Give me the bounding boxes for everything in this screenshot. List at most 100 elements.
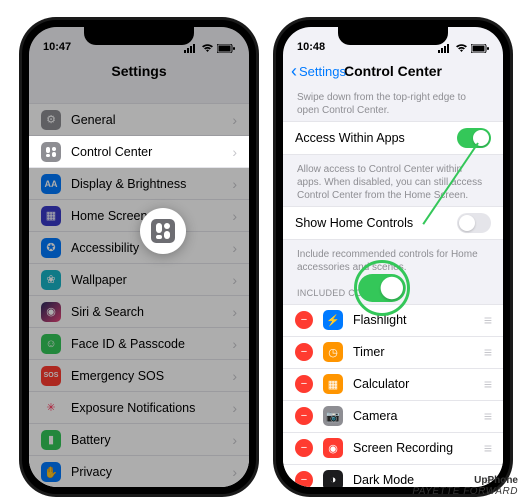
settings-row-face-id-passcode[interactable]: ☺Face ID & Passcode›	[29, 328, 249, 360]
row-label: Show Home Controls	[295, 216, 457, 230]
accessibility-icon: ✪	[41, 238, 61, 258]
status-icons	[438, 44, 489, 53]
access-within-apps-row[interactable]: Access Within Apps	[283, 122, 503, 154]
back-label: Settings	[299, 64, 346, 79]
battery-icon	[217, 44, 235, 53]
settings-row-siri-search[interactable]: ◉ Siri & Search›	[29, 296, 249, 328]
camera-icon: 📷	[323, 406, 343, 426]
page-title: Control Center	[344, 63, 442, 79]
row-label: Siri & Search	[71, 305, 232, 319]
notch	[338, 27, 448, 45]
chevron-right-icon: ›	[232, 112, 237, 128]
settings-row-battery[interactable]: ▮Battery›	[29, 424, 249, 456]
remove-badge[interactable]: −	[295, 375, 313, 393]
settings-row-emergency-sos[interactable]: SOS Emergency SOS›	[29, 360, 249, 392]
status-time: 10:48	[297, 41, 325, 53]
settings-row-accessibility[interactable]: ✪Accessibility›	[29, 232, 249, 264]
watermark-line2: PAYETTE FORWARD	[412, 486, 518, 497]
chevron-right-icon: ›	[232, 208, 237, 224]
toggle-callout	[354, 260, 410, 316]
included-row-timer[interactable]: −◷ Timer≡	[283, 337, 503, 369]
chevron-right-icon: ›	[232, 144, 237, 160]
chevron-right-icon: ›	[232, 176, 237, 192]
row-label: Wallpaper	[71, 273, 232, 287]
drag-handle-icon[interactable]: ≡	[484, 376, 491, 392]
settings-row-exposure-notifications[interactable]: ✳Exposure Notifications›	[29, 392, 249, 424]
chevron-right-icon: ›	[232, 304, 237, 320]
home-toggle[interactable]	[457, 213, 491, 233]
notch	[84, 27, 194, 45]
chevron-right-icon: ›	[232, 368, 237, 384]
settings-row-display-brightness[interactable]: AA Display & Brightness›	[29, 168, 249, 200]
chevron-right-icon: ›	[232, 240, 237, 256]
remove-badge[interactable]: −	[295, 407, 313, 425]
included-row-calculator[interactable]: −▦ Calculator≡	[283, 369, 503, 401]
chevron-right-icon: ›	[232, 464, 237, 480]
row-label: Emergency SOS	[71, 369, 232, 383]
row-label: Exposure Notifications	[71, 401, 232, 415]
screen-recording-icon: ◉	[323, 438, 343, 458]
wifi-icon	[455, 44, 468, 53]
battery-icon	[471, 44, 489, 53]
remove-badge[interactable]: −	[295, 471, 313, 487]
dark-mode-icon: ◑	[323, 470, 343, 487]
screen-right: 10:48 ‹ Settings Control Center Swipe do…	[283, 27, 503, 487]
included-row-camera[interactable]: −📷 Camera≡	[283, 401, 503, 433]
face-id-passcode-icon: ☺	[41, 334, 61, 354]
drag-handle-icon[interactable]: ≡	[484, 408, 491, 424]
drag-handle-icon[interactable]: ≡	[484, 440, 491, 456]
watermark: UpPhone PAYETTE FORWARD	[412, 475, 518, 497]
title-bar: Settings	[29, 55, 249, 87]
row-label: Control Center	[71, 145, 232, 159]
toggle-icon	[358, 274, 406, 302]
row-label: Display & Brightness	[71, 177, 232, 191]
phone-right: 10:48 ‹ Settings Control Center Swipe do…	[276, 20, 510, 494]
control-center-icon	[151, 219, 175, 243]
siri-search-icon: ◉	[41, 302, 61, 322]
page-title: Settings	[111, 63, 166, 79]
settings-row-home-screen[interactable]: ▦Home Screen›	[29, 200, 249, 232]
home-screen-icon: ▦	[41, 206, 61, 226]
settings-list[interactable]: ⚙General›Control Center›AADisplay & Brig…	[29, 87, 249, 487]
general-icon: ⚙	[41, 110, 61, 130]
row-label: Camera	[353, 409, 484, 423]
chevron-right-icon: ›	[232, 432, 237, 448]
phone-left: 10:47 Settings ⚙General›Control Center›A…	[22, 20, 256, 494]
row-label: Screen Recording	[353, 441, 484, 455]
included-row-screen-recording[interactable]: −◉ Screen Recording≡	[283, 433, 503, 465]
status-time: 10:47	[43, 41, 71, 53]
watermark-line1: UpPhone	[412, 475, 518, 486]
row-label: Flashlight	[353, 313, 484, 327]
row-label: Calculator	[353, 377, 484, 391]
remove-badge[interactable]: −	[295, 311, 313, 329]
emergency-sos-icon: SOS	[41, 366, 61, 386]
settings-row-privacy[interactable]: ✋ Privacy›	[29, 456, 249, 487]
drag-handle-icon[interactable]: ≡	[484, 344, 491, 360]
drag-handle-icon[interactable]: ≡	[484, 312, 491, 328]
status-icons	[184, 44, 235, 53]
chevron-left-icon: ‹	[291, 62, 297, 80]
chevron-right-icon: ›	[232, 400, 237, 416]
settings-row-general[interactable]: ⚙ General›	[29, 104, 249, 136]
description: Swipe down from the top-right edge to op…	[283, 87, 503, 121]
remove-badge[interactable]: −	[295, 439, 313, 457]
display-brightness-icon: AA	[41, 174, 61, 194]
row-label: Timer	[353, 345, 484, 359]
row-label: Access Within Apps	[295, 131, 457, 145]
calculator-icon: ▦	[323, 374, 343, 394]
settings-row-wallpaper[interactable]: ❀Wallpaper›	[29, 264, 249, 296]
title-bar: ‹ Settings Control Center	[283, 55, 503, 87]
show-home-controls-row[interactable]: Show Home Controls	[283, 207, 503, 239]
back-button[interactable]: ‹ Settings	[291, 62, 346, 80]
remove-badge[interactable]: −	[295, 343, 313, 361]
row-label: Privacy	[71, 465, 232, 479]
wifi-icon	[201, 44, 214, 53]
chevron-right-icon: ›	[232, 336, 237, 352]
signal-icon	[184, 44, 198, 53]
access-description: Allow access to Control Center within ap…	[283, 159, 503, 206]
timer-icon: ◷	[323, 342, 343, 362]
privacy-icon: ✋	[41, 462, 61, 482]
settings-row-control-center[interactable]: Control Center›	[29, 136, 249, 168]
row-label: General	[71, 113, 232, 127]
row-label: Battery	[71, 433, 232, 447]
